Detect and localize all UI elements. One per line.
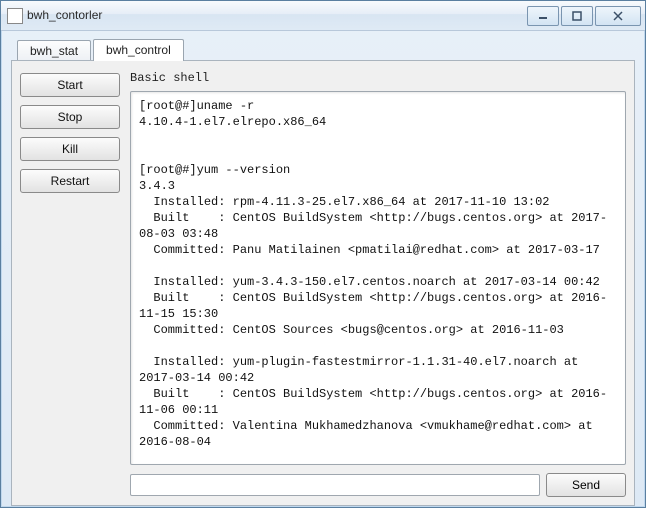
terminal-output: [root@#]uname -r 4.10.4-1.el7.elrepo.x86… xyxy=(130,91,626,465)
tab-content: Start Stop Kill Restart Basic shell [roo… xyxy=(11,60,635,506)
command-bar: Send xyxy=(130,473,626,497)
titlebar[interactable]: bwh_contorler xyxy=(1,1,645,31)
restart-button[interactable]: Restart xyxy=(20,169,120,193)
stop-button[interactable]: Stop xyxy=(20,105,120,129)
close-icon xyxy=(613,11,623,21)
maximize-button[interactable] xyxy=(561,6,593,26)
maximize-icon xyxy=(572,11,582,21)
minimize-button[interactable] xyxy=(527,6,559,26)
app-window: bwh_contorler bwh_stat bwh_control Start… xyxy=(0,0,646,508)
app-icon xyxy=(7,8,23,24)
tab-bwh-stat[interactable]: bwh_stat xyxy=(17,40,91,60)
tab-bar: bwh_stat bwh_control xyxy=(1,31,645,60)
shell-heading: Basic shell xyxy=(130,71,626,85)
start-button[interactable]: Start xyxy=(20,73,120,97)
tab-bwh-control[interactable]: bwh_control xyxy=(93,39,184,61)
main-panel: Basic shell [root@#]uname -r 4.10.4-1.el… xyxy=(130,69,626,497)
kill-button[interactable]: Kill xyxy=(20,137,120,161)
minimize-icon xyxy=(538,11,548,21)
command-input[interactable] xyxy=(130,474,540,496)
close-button[interactable] xyxy=(595,6,641,26)
send-button[interactable]: Send xyxy=(546,473,626,497)
sidebar: Start Stop Kill Restart xyxy=(20,69,120,497)
window-title: bwh_contorler xyxy=(27,8,525,24)
